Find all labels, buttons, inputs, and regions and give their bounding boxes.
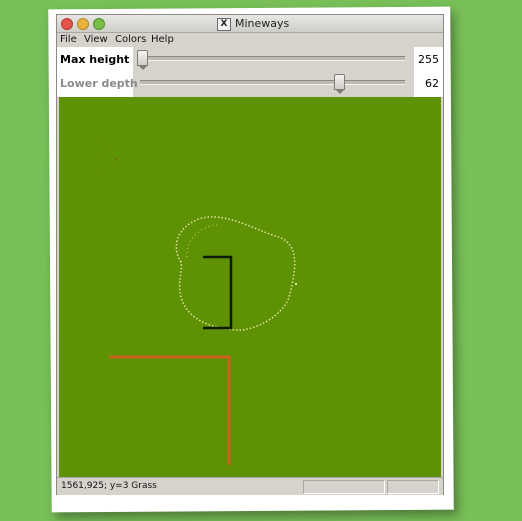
window-title: Mineways	[235, 17, 290, 30]
menu-bar: File View Colors Help	[57, 33, 443, 47]
status-coordinates: 1561,925; y=3 Grass	[61, 481, 157, 491]
map-canvas	[99, 139, 297, 465]
minimize-window-button[interactable]	[77, 18, 89, 30]
max-height-slider-track[interactable]	[140, 56, 405, 61]
lower-depth-label: Lower depth	[60, 77, 138, 90]
lower-depth-slider-thumb[interactable]	[334, 74, 345, 94]
x11-app-icon: X	[217, 18, 231, 31]
max-height-value: 255	[418, 53, 439, 66]
terrain-dot	[295, 283, 297, 285]
status-segment-3	[387, 480, 439, 494]
status-segment-2	[303, 480, 385, 494]
menu-file[interactable]: File	[60, 34, 77, 45]
lower-depth-slider-track[interactable]	[140, 80, 405, 85]
zoom-window-button[interactable]	[93, 18, 105, 30]
map-specks	[99, 139, 118, 174]
world-map-view[interactable]	[59, 97, 441, 477]
title-bar[interactable]: X Mineways	[57, 15, 443, 33]
close-window-button[interactable]	[61, 18, 73, 30]
max-height-label: Max height	[60, 53, 130, 66]
menu-view[interactable]: View	[84, 34, 108, 45]
terrain-outline-inner	[186, 224, 220, 258]
black-structure	[203, 255, 233, 330]
menu-colors[interactable]: Colors	[115, 34, 146, 45]
menu-help[interactable]: Help	[151, 34, 174, 45]
depth-controls: Max height 255 Lower depth 62	[57, 47, 443, 97]
max-height-slider-thumb[interactable]	[137, 50, 148, 70]
status-bar: 1561,925; y=3 Grass	[57, 477, 443, 495]
mineways-window: X Mineways File View Colors Help Max hei…	[56, 14, 444, 495]
orange-rail	[109, 355, 231, 465]
lower-depth-value: 62	[425, 77, 439, 90]
slider-area	[133, 47, 414, 97]
terrain-outline	[175, 216, 296, 331]
